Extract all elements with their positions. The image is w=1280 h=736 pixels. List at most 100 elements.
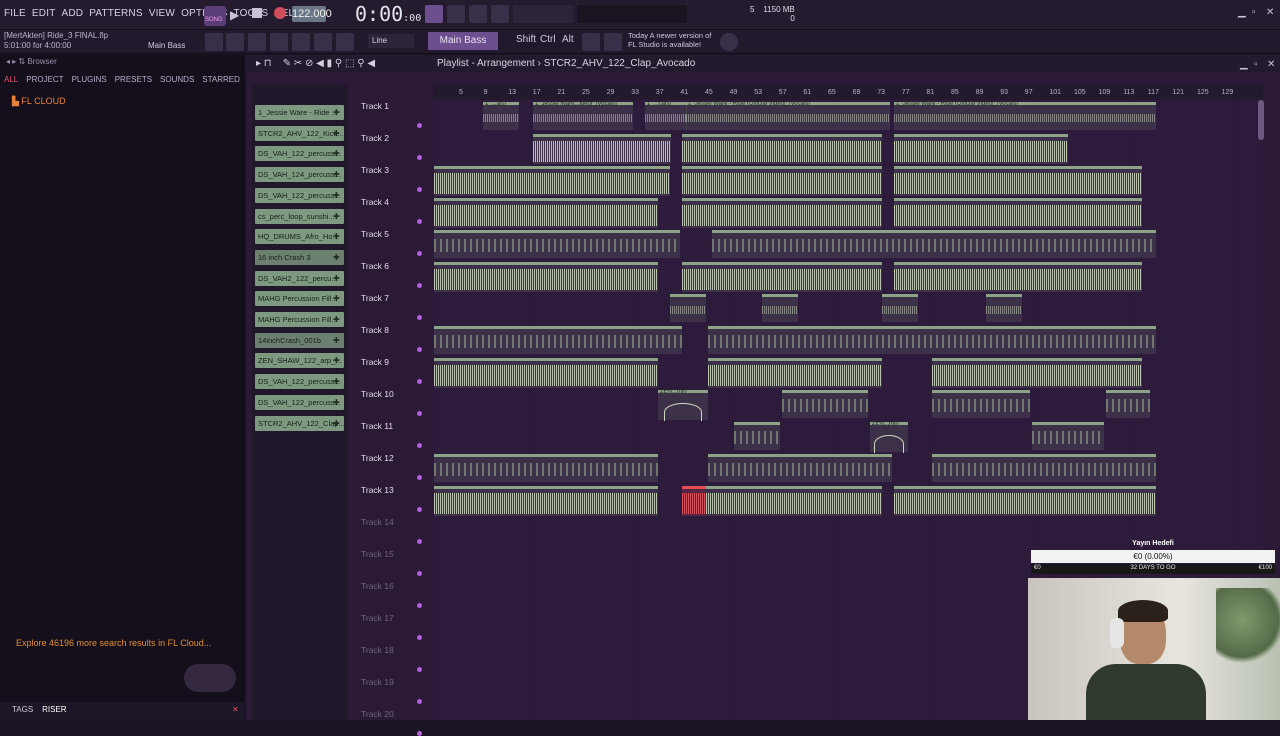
- track-mute-toggle[interactable]: [417, 731, 422, 736]
- clip-clap[interactable]: [894, 486, 1156, 516]
- clip-percussion-3[interactable]: [1106, 390, 1150, 418]
- microphone-icon[interactable]: [336, 33, 354, 51]
- channel-rack-icon[interactable]: [270, 33, 288, 51]
- track-name[interactable]: Track 2: [361, 133, 389, 143]
- gear-icon[interactable]: [582, 33, 600, 51]
- clip-kick[interactable]: [894, 134, 1068, 164]
- clip-kick[interactable]: [533, 134, 671, 164]
- picker-clip[interactable]: cs_perc_loop_sunshi...: [255, 208, 344, 224]
- stop-button[interactable]: [252, 8, 262, 18]
- shift-key-button[interactable]: Shift: [516, 34, 536, 45]
- playlist-pattern[interactable]: STCR2_AHV_122_Clap_Avocado: [544, 58, 696, 69]
- picker-clip[interactable]: 14inchCrash_001b: [255, 332, 344, 348]
- track-mute-toggle[interactable]: [417, 219, 422, 224]
- clip-zen-arp[interactable]: ZEN...min: [658, 389, 708, 421]
- clip-percussion[interactable]: [434, 198, 658, 228]
- clip-crash[interactable]: [986, 294, 1022, 322]
- clip-afro-drums[interactable]: [894, 262, 1142, 292]
- track-mute-toggle[interactable]: [417, 411, 422, 416]
- clip-crash[interactable]: [762, 294, 798, 322]
- track-name[interactable]: Track 9: [361, 357, 389, 367]
- picker-clip[interactable]: HQ_DRUMS_Afro_Ho...: [255, 229, 344, 245]
- minimize-icon[interactable]: ▁: [1238, 7, 1246, 18]
- clip-clap[interactable]: [706, 486, 882, 516]
- clip-crash[interactable]: [670, 294, 706, 322]
- track-name[interactable]: Track 6: [361, 261, 389, 271]
- clip-kick[interactable]: [682, 134, 882, 164]
- clip-vocal[interactable]: 1_...cals]: [645, 101, 687, 130]
- update-badge-icon[interactable]: [720, 33, 738, 51]
- clip-vocal[interactable]: 1_Jessie Ware - Ride (Official Video]_[V…: [686, 101, 890, 130]
- picker-clip[interactable]: DS_VAH_122_percuss...: [255, 146, 344, 162]
- menu-file[interactable]: FILE: [4, 8, 26, 19]
- picker-clip[interactable]: 1_Jessie Ware - Ride ...: [255, 105, 344, 120]
- track-mute-toggle[interactable]: [417, 187, 422, 192]
- clip-percussion-4[interactable]: [1032, 422, 1104, 450]
- picker-clip[interactable]: 16 inch Crash 3: [255, 249, 344, 265]
- mixer-icon[interactable]: [292, 33, 310, 51]
- time-display[interactable]: 0:00:00: [355, 2, 421, 26]
- clip-vocal[interactable]: 1_...als]: [483, 101, 519, 130]
- menu-patterns[interactable]: PATTERNS: [89, 8, 142, 19]
- maximize-icon[interactable]: ▫: [1252, 7, 1256, 18]
- tab-plugins[interactable]: PLUGINS: [72, 75, 107, 89]
- ctrl-key-button[interactable]: Ctrl: [540, 34, 556, 45]
- track-name[interactable]: Track 17: [361, 613, 394, 623]
- clip-afro-drums[interactable]: [434, 262, 658, 292]
- track-name[interactable]: Track 4: [361, 197, 389, 207]
- clip-percussion-4[interactable]: [734, 422, 780, 450]
- arrow-icon[interactable]: [314, 33, 332, 51]
- track-name[interactable]: Track 19: [361, 677, 394, 687]
- track-name[interactable]: Track 12: [361, 453, 394, 463]
- timeline-ruler[interactable]: 5 9 13 17 21 25 29 33 37 41 45 49 53 57 61 65 69 73 77 81 85…: [433, 86, 1263, 100]
- picker-clip[interactable]: STCR2_AHV_122_Kick...: [255, 125, 344, 141]
- clip-percussion-2[interactable]: [434, 326, 682, 354]
- browser-tree-fl-cloud[interactable]: ▙ FL CLOUD: [12, 96, 66, 107]
- track-mute-toggle[interactable]: [417, 635, 422, 640]
- metronome-icon[interactable]: [491, 5, 509, 23]
- track-mute-toggle[interactable]: [417, 539, 422, 544]
- tags-close-icon[interactable]: ✕: [232, 705, 239, 714]
- tags-value[interactable]: RISER: [42, 705, 66, 714]
- picker-clip[interactable]: MAHG Percussion Fill...: [255, 312, 344, 327]
- track-name[interactable]: Track 11: [361, 421, 393, 431]
- update-notification[interactable]: Today A newer version of FL Studio is av…: [628, 31, 711, 49]
- track-name[interactable]: Track 13: [361, 485, 394, 495]
- clip-perc-loop[interactable]: [434, 230, 680, 258]
- picker-clip[interactable]: DS_VAH_122_percuss...: [255, 394, 344, 410]
- tempo-display[interactable]: 122.000: [292, 6, 332, 22]
- menu-view[interactable]: VIEW: [149, 8, 175, 19]
- record-button[interactable]: [274, 7, 286, 19]
- playlist-scrollbar[interactable]: [1258, 100, 1264, 140]
- clip-percussion[interactable]: [894, 198, 1142, 228]
- clip-percussion-5[interactable]: [434, 454, 658, 482]
- menu-add[interactable]: ADD: [62, 8, 84, 19]
- master-pitch-slider[interactable]: [513, 5, 573, 23]
- picker-clip[interactable]: DS_VAH_122_percuss...: [255, 187, 344, 203]
- clip-clap-selected[interactable]: [682, 486, 706, 516]
- tab-sounds[interactable]: SOUNDS: [160, 75, 194, 89]
- tab-starred[interactable]: STARRED: [202, 75, 240, 89]
- close-icon[interactable]: ✕: [1266, 7, 1274, 18]
- track-mute-toggle[interactable]: [417, 571, 422, 576]
- track-name[interactable]: Track 5: [361, 229, 389, 239]
- song-mode-toggle[interactable]: SONG: [204, 6, 226, 26]
- clip-percussion-3[interactable]: [932, 390, 1030, 418]
- blend-notes-icon[interactable]: [469, 5, 487, 23]
- clip-percussion-fill[interactable]: [434, 358, 658, 388]
- clip-percussion-2[interactable]: [708, 326, 1156, 354]
- clip-percussion[interactable]: [894, 166, 1142, 196]
- track-name[interactable]: Track 20: [361, 709, 394, 719]
- track-name[interactable]: Track 18: [361, 645, 394, 655]
- explore-cloud-link[interactable]: Explore 46196 more search results in FL …: [16, 638, 211, 648]
- track-mute-toggle[interactable]: [417, 443, 422, 448]
- track-name[interactable]: Track 8: [361, 325, 389, 335]
- track-mute-toggle[interactable]: [417, 475, 422, 480]
- piano-roll-icon[interactable]: [248, 33, 266, 51]
- clip-clap[interactable]: [434, 486, 658, 516]
- step-edit-icon[interactable]: [447, 5, 465, 23]
- playlist-maximize-icon[interactable]: ▫: [1254, 59, 1258, 70]
- track-name[interactable]: Track 7: [361, 293, 389, 303]
- picker-clip[interactable]: DS_VAH2_122_percu...: [255, 270, 344, 286]
- track-mute-toggle[interactable]: [417, 347, 422, 352]
